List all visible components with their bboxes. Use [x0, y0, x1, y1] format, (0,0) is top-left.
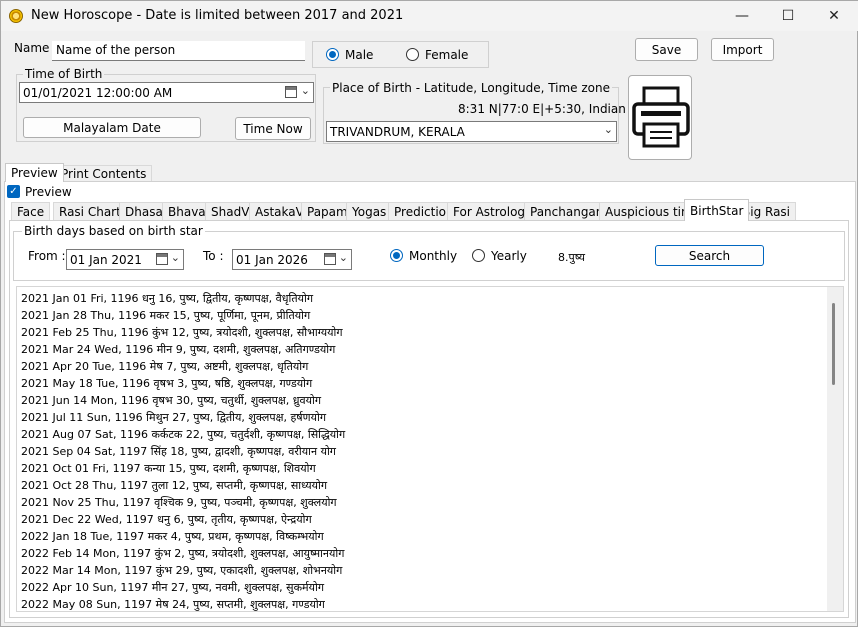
list-item: 2022 Apr 10 Sun, 1197 मीन 27, पुष्य, नवम…	[21, 581, 325, 594]
preview-checkbox-label: Preview	[25, 185, 72, 199]
male-radio[interactable]	[326, 48, 339, 61]
list-item: 2022 Feb 14 Mon, 1197 कुंभ 2, पुष्य, त्र…	[21, 547, 345, 560]
vertical-scrollbar[interactable]	[827, 287, 843, 611]
to-date-value: 01 Jan 2026	[236, 253, 308, 267]
birth-star-name: 8.पुष्य	[558, 251, 586, 264]
list-item: 2021 May 18 Tue, 1196 वृषभ 3, पुष्य, षष्…	[21, 377, 313, 390]
list-item: 2021 Nov 25 Thu, 1197 वृश्चिक 9, पुष्य, …	[21, 496, 337, 509]
chevron-down-icon[interactable]: ⌄	[339, 251, 348, 264]
list-item: 2021 Jan 01 Fri, 1196 धनु 16, पुष्य, द्व…	[21, 292, 314, 305]
calendar-icon[interactable]	[324, 253, 336, 265]
window-title: New Horoscope - Date is limited between …	[31, 8, 404, 23]
time-of-birth-picker[interactable]: 01/01/2021 12:00:00 AM ⌄	[19, 82, 314, 103]
main-window: New Horoscope - Date is limited between …	[0, 0, 858, 627]
list-item: 2022 May 08 Sun, 1197 मेष 24, पुष्य, सप्…	[21, 598, 325, 611]
list-item: 2022 Jan 18 Tue, 1197 मकर 4, पुष्य, प्रथ…	[21, 530, 324, 543]
tab-face[interactable]: Face	[11, 202, 51, 221]
list-item: 2022 Mar 14 Mon, 1197 कुंभ 29, पुष्य, एक…	[21, 564, 343, 577]
female-radio[interactable]	[406, 48, 419, 61]
scrollbar-thumb[interactable]	[832, 303, 835, 385]
list-item: 2021 Sep 04 Sat, 1197 सिंह 18, पुष्य, द्…	[21, 445, 336, 458]
printer-icon	[632, 86, 690, 148]
calendar-icon[interactable]	[285, 86, 297, 98]
malayalam-date-button[interactable]: Malayalam Date	[23, 117, 201, 138]
place-of-birth-label: Place of Birth - Latitude, Longitude, Ti…	[330, 81, 613, 95]
time-of-birth-value: 01/01/2021 12:00:00 AM	[23, 86, 173, 100]
minimize-button[interactable]: —	[719, 1, 765, 31]
time-of-birth-label: Time of Birth	[23, 67, 105, 81]
list-item: 2021 Oct 01 Fri, 1197 कन्या 15, पुष्य, द…	[21, 462, 316, 475]
from-date-picker[interactable]: 01 Jan 2021 ⌄	[66, 249, 184, 270]
print-button[interactable]	[628, 75, 692, 160]
to-label: To :	[203, 249, 224, 263]
maximize-button[interactable]: ☐	[765, 1, 811, 31]
app-sun-icon	[9, 9, 23, 23]
yearly-label: Yearly	[491, 249, 527, 263]
list-item: 2021 Apr 20 Tue, 1196 मेष 7, पुष्य, अष्ट…	[21, 360, 309, 373]
list-item: 2021 Jan 28 Thu, 1196 मकर 15, पुष्य, पूर…	[21, 309, 311, 322]
female-label: Female	[425, 48, 469, 62]
list-item: 2021 Aug 07 Sat, 1196 कर्कटक 22, पुष्य, …	[21, 428, 346, 441]
yearly-radio[interactable]	[472, 249, 485, 262]
import-button[interactable]: Import	[711, 38, 774, 61]
birthstar-group-label: Birth days based on birth star	[22, 224, 205, 238]
chevron-down-icon[interactable]: ⌄	[604, 123, 613, 136]
name-field[interactable]: Name of the person	[52, 41, 305, 61]
monthly-radio[interactable]	[390, 249, 403, 262]
place-value: TRIVANDRUM, KERALA	[330, 125, 465, 139]
chevron-down-icon[interactable]: ⌄	[301, 84, 310, 97]
save-button[interactable]: Save	[635, 38, 698, 61]
tab-print-contents[interactable]: Print Contents	[55, 165, 153, 182]
close-button[interactable]: ✕	[811, 1, 857, 31]
chevron-down-icon[interactable]: ⌄	[171, 251, 180, 264]
list-item: 2021 Feb 25 Thu, 1196 कुंभ 12, पुष्य, त्…	[21, 326, 343, 339]
time-now-button[interactable]: Time Now	[235, 117, 311, 140]
male-label: Male	[345, 48, 374, 62]
tab-yogas[interactable]: Yogas	[346, 202, 393, 221]
list-item: 2021 Jun 14 Mon, 1196 वृषभ 30, पुष्य, चत…	[21, 394, 322, 407]
tab-preview[interactable]: Preview	[5, 163, 64, 182]
place-select[interactable]: TRIVANDRUM, KERALA ⌄	[326, 121, 617, 142]
list-item: 2021 Jul 11 Sun, 1196 मिथुन 27, पुष्य, द…	[21, 411, 327, 424]
to-date-picker[interactable]: 01 Jan 2026 ⌄	[232, 249, 352, 270]
list-item: 2021 Mar 24 Wed, 1196 मीन 9, पुष्य, दशमी…	[21, 343, 336, 356]
from-date-value: 01 Jan 2021	[70, 253, 142, 267]
monthly-label: Monthly	[409, 249, 458, 263]
list-item: 2021 Dec 22 Wed, 1197 धनु 6, पुष्य, तृती…	[21, 513, 312, 526]
tab-birthstar[interactable]: BirthStar	[684, 199, 750, 221]
tab-shadv[interactable]: ShadV	[205, 202, 256, 221]
preview-checkbox[interactable]: ✓	[7, 185, 20, 198]
title-bar: New Horoscope - Date is limited between …	[1, 1, 858, 31]
from-label: From :	[28, 249, 66, 263]
calendar-icon[interactable]	[156, 253, 168, 265]
search-button[interactable]: Search	[655, 245, 764, 266]
list-item: 2021 Oct 28 Thu, 1197 तुला 12, पुष्य, सप…	[21, 479, 328, 492]
results-list[interactable]: 2021 Jan 01 Fri, 1196 धनु 16, पुष्य, द्व…	[16, 286, 844, 612]
name-label: Name	[14, 41, 50, 55]
